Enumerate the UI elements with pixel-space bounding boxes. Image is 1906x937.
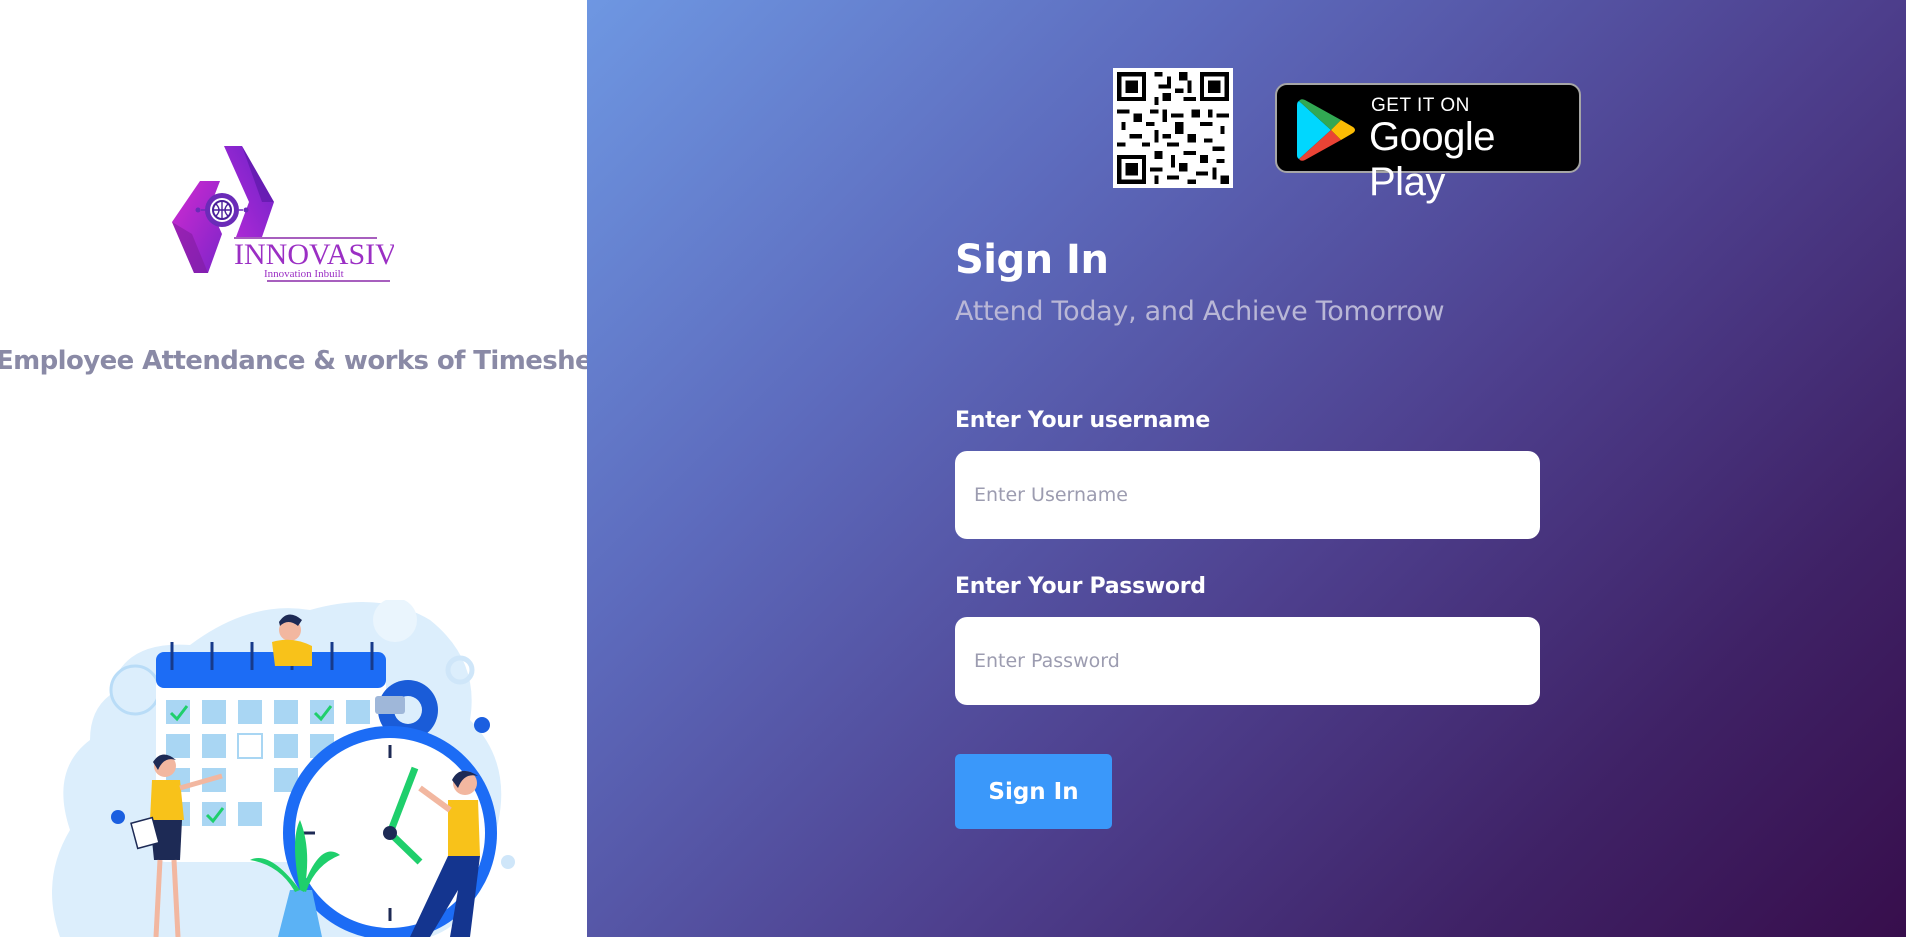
attendance-illustration: [52, 600, 515, 937]
svg-text:Innovation Inbuilt: Innovation Inbuilt: [264, 268, 344, 280]
username-label: Enter Your username: [955, 408, 1211, 433]
page-title: Sign In: [955, 237, 1109, 283]
login-page: INNOVASIV Innovation Inbuilt Employee At…: [0, 0, 1906, 937]
password-label: Enter Your Password: [955, 574, 1206, 599]
badge-main-text: Google Play: [1369, 115, 1495, 204]
google-play-badge[interactable]: GET IT ON Google Play: [1275, 83, 1581, 204]
badge-top-text: GET IT ON: [1371, 95, 1470, 116]
qr-code: [1113, 68, 1233, 188]
company-logo: INNOVASIV Innovation Inbuilt: [172, 146, 394, 282]
password-input[interactable]: [955, 617, 1540, 705]
right-panel: GET IT ON Google Play Sign In Attend Tod…: [587, 0, 1906, 937]
sign-in-button[interactable]: Sign In: [955, 754, 1112, 829]
svg-text:INNOVASIV: INNOVASIV: [234, 238, 394, 271]
left-heading: Employee Attendance & works of Timesheet: [0, 346, 587, 376]
left-panel: INNOVASIV Innovation Inbuilt Employee At…: [0, 0, 587, 937]
page-subtitle: Attend Today, and Achieve Tomorrow: [955, 296, 1445, 327]
google-play-icon: [1297, 99, 1355, 161]
sign-in-form: Sign In Attend Today, and Achieve Tomorr…: [955, 232, 1555, 829]
username-input[interactable]: [955, 451, 1540, 539]
